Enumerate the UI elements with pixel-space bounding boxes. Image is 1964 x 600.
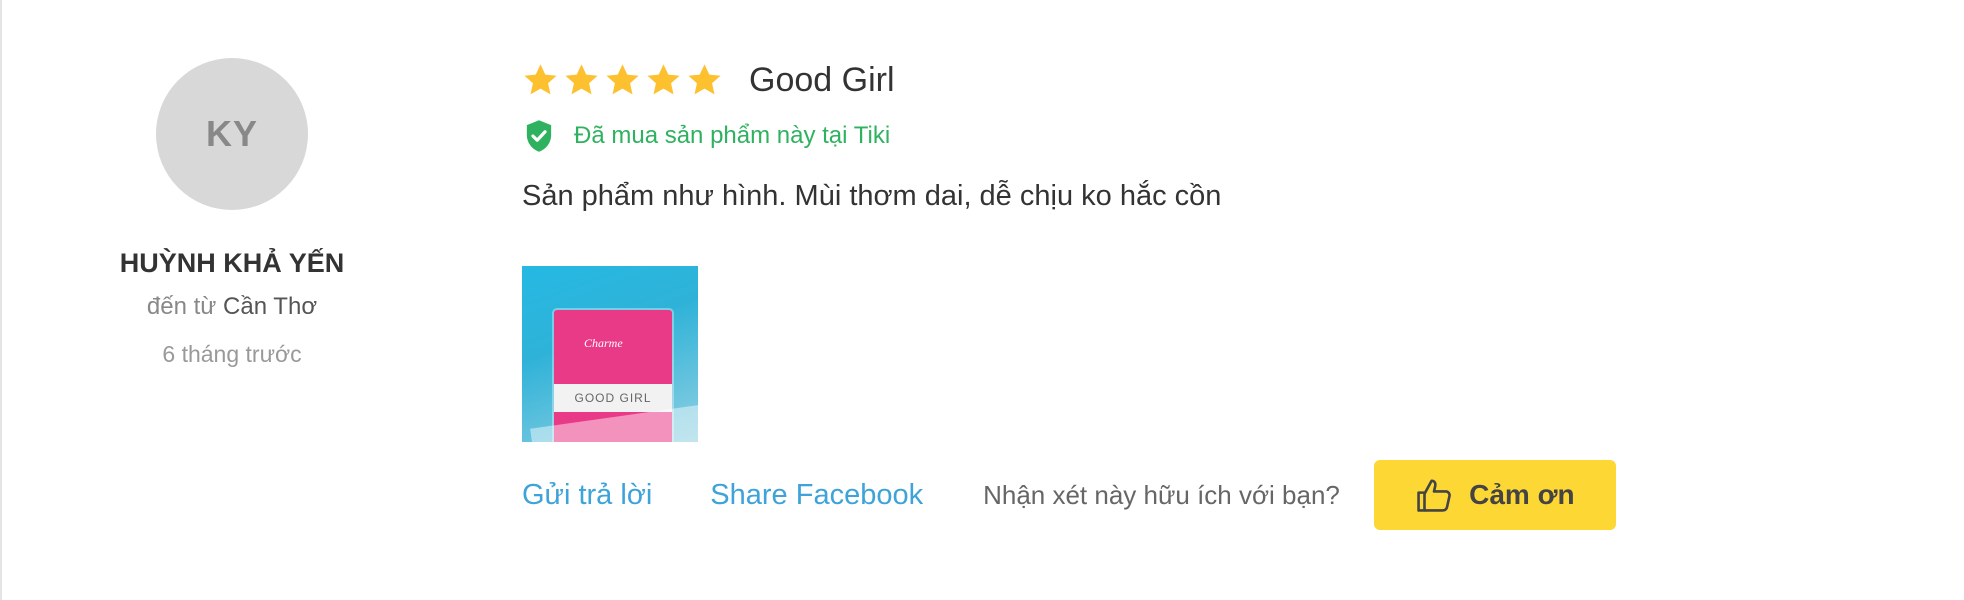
review-title: Good Girl <box>749 60 895 99</box>
review-body: Sản phẩm như hình. Mùi thơm dai, dễ chịu… <box>522 180 1222 212</box>
star-icon <box>524 63 557 94</box>
reviewer-info: KY HUỲNH KHẢ YẾN đến từ Cần Thơ 6 tháng … <box>80 58 384 368</box>
rating-row: Good Girl <box>522 58 1822 102</box>
thanks-label: Cảm ơn <box>1469 479 1575 510</box>
review-photo[interactable]: Charme GOOD GIRL <box>522 266 698 442</box>
left-border <box>0 0 2 600</box>
review-content: Good Girl Đã mua sản phẩm này tại Tiki S… <box>522 58 1822 530</box>
reply-link[interactable]: Gửi trả lời <box>522 479 652 512</box>
verified-purchase: Đã mua sản phẩm này tại Tiki <box>522 118 1822 154</box>
reviewer-name: HUỲNH KHẢ YẾN <box>119 248 345 278</box>
thumbs-up-icon <box>1417 479 1451 512</box>
star-icon <box>688 63 721 94</box>
review-actions: Gửi trả lời Share Facebook Nhận xét này … <box>522 460 1822 530</box>
review-time: 6 tháng trước <box>162 341 302 367</box>
star-rating <box>522 62 723 99</box>
avatar-initials: KY <box>205 113 258 154</box>
star-icon <box>647 63 680 94</box>
thanks-button[interactable]: Cảm ơn <box>1373 460 1616 530</box>
star-icon <box>565 63 598 94</box>
helpful-question: Nhận xét này hữu ích với bạn? <box>983 479 1340 510</box>
verified-shield-icon <box>526 120 552 152</box>
location-city: Cần Thơ <box>223 293 318 320</box>
product-label: GOOD GIRL <box>554 384 672 412</box>
avatar: KY <box>156 58 308 210</box>
share-facebook-link[interactable]: Share Facebook <box>710 479 923 512</box>
product-brand-logo: Charme <box>584 336 623 350</box>
verified-text: Đã mua sản phẩm này tại Tiki <box>574 122 891 149</box>
star-icon <box>606 63 639 94</box>
reviewer-location: đến từ Cần Thơ <box>80 293 384 321</box>
location-prefix: đến từ <box>146 293 217 320</box>
